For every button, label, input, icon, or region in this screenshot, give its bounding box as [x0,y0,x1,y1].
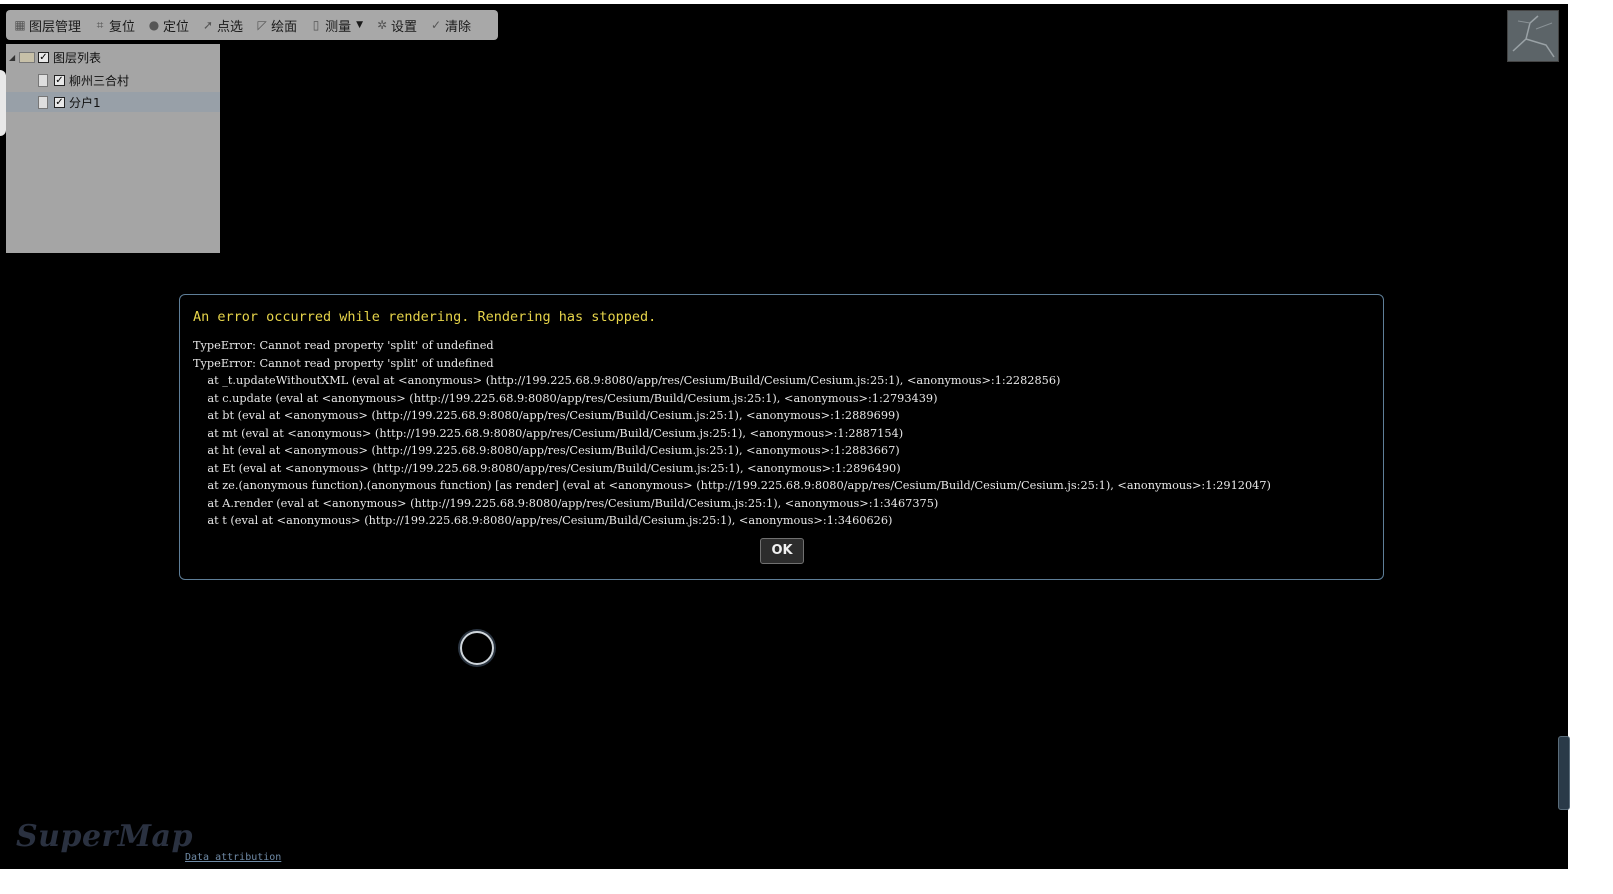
tree-root-row[interactable]: ◢ ✓ 图层列表 [6,47,220,67]
draw-polygon-icon: ◸ [257,18,267,32]
measure-label: 测量 [325,19,352,35]
layer-label: 分户1 [69,95,101,110]
layer-label: 柳州三合村 [69,73,130,88]
reset-icon: ⌗ [96,18,104,32]
ruler-icon: ▯ [312,18,320,32]
map-toolbar: ▦ 图层管理 ⌗ 复位 ● 定位 ➚ 点选 ◸ 绘面 ▯ 测量 ▼ ✲ 设置 ✓ [6,10,498,40]
cesium-viewer[interactable]: ▦ 图层管理 ⌗ 复位 ● 定位 ➚ 点选 ◸ 绘面 ▯ 测量 ▼ ✲ 设置 ✓ [0,4,1568,869]
settings-label: 设置 [391,19,418,35]
tree-item-row[interactable]: ✓ 柳州三合村 [6,70,220,90]
tree-item-row-selected[interactable]: ✓ 分户1 [6,92,220,112]
layer-tree-panel: ◢ ✓ 图层列表 ✓ 柳州三合村 ✓ 分户1 [6,44,220,253]
cursor-select-icon: ➚ [203,18,214,32]
ok-button[interactable]: OK [760,538,804,564]
layer-management-button[interactable]: ▦ 图层管理 [14,16,81,35]
root-checkbox[interactable]: ✓ [38,51,49,63]
layer-checkbox[interactable]: ✓ [54,74,65,86]
folder-icon [19,51,35,63]
locate-label: 定位 [163,19,190,35]
tree-root-label: 图层列表 [53,50,102,65]
point-select-button[interactable]: ➚ 点选 [202,16,243,35]
reset-label: 复位 [109,19,136,35]
point-select-label: 点选 [217,19,244,35]
error-title: An error occurred while rendering. Rende… [193,309,657,325]
measure-dropdown[interactable]: ▯ 测量 ▼ [310,16,363,35]
loading-spinner-icon [460,631,494,665]
supermap-logo: SuperMap [16,819,193,854]
layer-checkbox[interactable]: ✓ [54,96,65,108]
data-attribution-link[interactable]: Data attribution [185,852,281,863]
clear-label: 清除 [445,19,472,35]
file-icon [38,95,48,109]
overview-map-image [1512,15,1555,58]
location-pin-icon: ● [148,18,160,32]
layer-management-label: 图层管理 [29,19,82,35]
gear-icon: ✲ [376,18,388,32]
file-icon [38,73,48,87]
draw-polygon-button[interactable]: ◸ 绘面 [256,16,297,35]
layers-icon: ▦ [14,18,26,32]
reset-button[interactable]: ⌗ 复位 [94,16,135,35]
brush-icon: ✓ [431,18,442,32]
caret-down-icon: ▼ [356,20,364,30]
draw-polygon-label: 绘面 [271,19,298,35]
overview-map[interactable] [1507,10,1559,62]
error-stack-trace: TypeError: Cannot read property 'split' … [193,339,1271,527]
expand-toggle-icon[interactable]: ◢ [9,53,19,62]
page-margin [1568,0,1613,894]
clear-button[interactable]: ✓ 清除 [430,16,471,35]
scrollbar-handle[interactable] [1558,736,1570,810]
locate-button[interactable]: ● 定位 [148,16,189,35]
settings-button[interactable]: ✲ 设置 [376,16,417,35]
error-dialog: An error occurred while rendering. Rende… [179,294,1384,580]
